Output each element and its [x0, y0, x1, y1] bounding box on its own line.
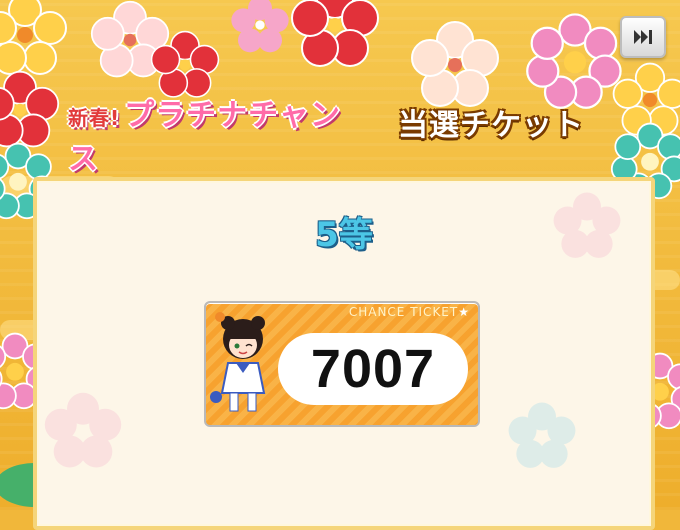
idol-avatar [210, 312, 266, 412]
ticket-header: CHANCE TICKET★ [349, 305, 470, 319]
flower-decoration [411, 21, 499, 107]
fast-forward-icon [634, 30, 652, 44]
skip-button[interactable] [620, 16, 666, 58]
chance-ticket: CHANCE TICKET★ 7007 [204, 301, 480, 427]
event-logo: 新春! プラチナチャンス [48, 84, 368, 177]
prize-rank: 5等 [315, 215, 373, 255]
flower-decoration [44, 392, 122, 468]
event-title-prefix: 新春! [68, 106, 121, 130]
event-title: 新春! プラチナチャンス [68, 90, 368, 178]
flower-decoration [0, 0, 67, 75]
flower-decoration [291, 0, 379, 67]
ticket-number-box: 7007 [278, 333, 468, 405]
flower-decoration [508, 402, 576, 468]
ticket-header-text: CHANCE TICKET [348, 305, 459, 319]
star-icon: ★ [458, 305, 470, 319]
flower-decoration [231, 0, 289, 53]
ticket-number: 7007 [310, 339, 436, 399]
winning-ticket-label: 当選チケット [398, 108, 584, 143]
